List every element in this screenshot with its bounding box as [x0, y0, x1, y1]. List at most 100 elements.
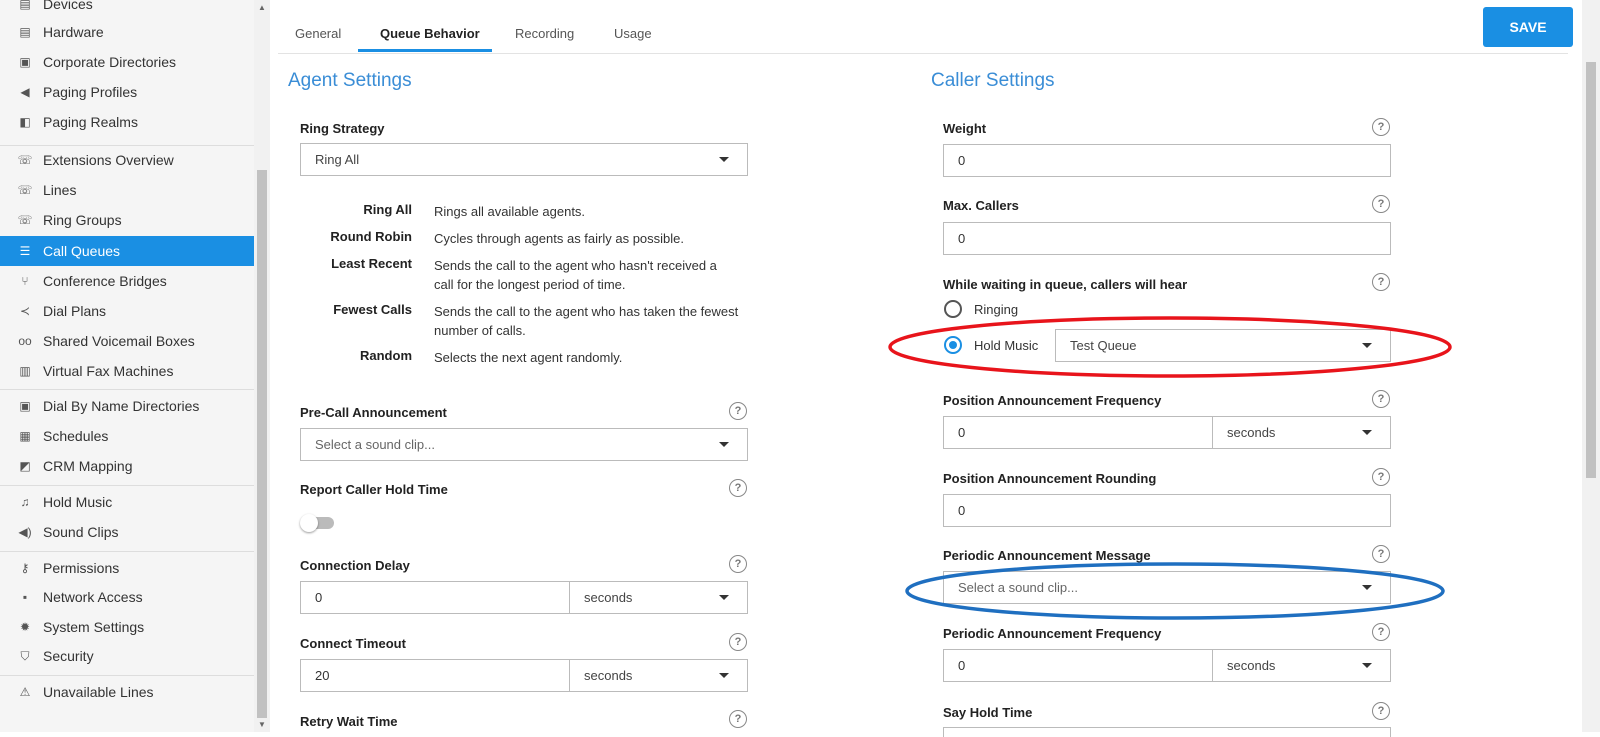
ring-strategy-label: Ring Strategy [300, 121, 385, 136]
sidebar-item-paging-profiles[interactable]: ◀ Paging Profiles [0, 77, 254, 107]
fax-icon: ▥ [19, 364, 31, 378]
sidebar-item-conference-bridges[interactable]: ⑂ Conference Bridges [0, 266, 254, 296]
sidebar-item-dial-by-name-directories[interactable]: ▣ Dial By Name Directories [0, 391, 254, 421]
sidebar-divider [0, 551, 254, 552]
position-announcement-frequency-input[interactable]: 0 [943, 416, 1213, 449]
chevron-down-icon [719, 442, 729, 447]
hold-music-select[interactable]: Test Queue [1055, 329, 1391, 362]
connection-delay-input[interactable]: 0 [300, 581, 570, 614]
sidebar-item-label: Sound Clips [43, 524, 119, 540]
strategy-name: Fewest Calls [333, 302, 412, 317]
sidebar-item-label: Schedules [43, 428, 109, 444]
max-callers-input[interactable]: 0 [943, 222, 1391, 255]
phone-icon: ☏ [17, 153, 33, 167]
sidebar-item-schedules[interactable]: ▦ Schedules [0, 421, 254, 451]
report-caller-hold-time-toggle[interactable] [300, 513, 334, 532]
position-frequency-unit: seconds [1227, 425, 1276, 440]
help-icon[interactable]: ? [1372, 118, 1390, 136]
help-icon[interactable]: ? [1372, 273, 1390, 291]
sidebar-scrollbar-thumb[interactable] [257, 170, 267, 718]
sidebar-item-paging-realms[interactable]: ◧ Paging Realms [0, 107, 254, 137]
save-button[interactable]: SAVE [1483, 7, 1573, 47]
sidebar-item-permissions[interactable]: ⚷ Permissions [0, 553, 254, 583]
periodic-message-placeholder: Select a sound clip... [958, 580, 1078, 595]
strategy-name: Ring All [363, 202, 412, 217]
connect-timeout-unit-select[interactable]: seconds [569, 659, 748, 692]
sidebar-item-corporate-directories[interactable]: ▣ Corporate Directories [0, 47, 254, 77]
hold-music-radio[interactable] [944, 336, 962, 354]
help-icon[interactable]: ? [729, 633, 747, 651]
sidebar-item-ring-groups[interactable]: ☏ Ring Groups [0, 205, 254, 235]
weight-input[interactable]: 0 [943, 144, 1391, 177]
sidebar-item-dial-plans[interactable]: ≺ Dial Plans [0, 296, 254, 326]
chevron-down-icon [719, 673, 729, 678]
help-icon[interactable]: ? [729, 402, 747, 420]
scroll-down-arrow-icon[interactable]: ▼ [258, 720, 266, 729]
sidebar-item-call-queues[interactable]: ☰ Call Queues [0, 236, 254, 266]
sidebar-item-label: Security [43, 648, 94, 664]
position-announcement-rounding-input[interactable]: 0 [943, 494, 1391, 527]
strategy-name: Round Robin [330, 229, 412, 244]
tab-usage[interactable]: Usage [614, 26, 652, 41]
help-icon[interactable]: ? [729, 479, 747, 497]
sidebar-item-label: Ring Groups [43, 212, 122, 228]
sidebar-scrollbar[interactable]: ▲ ▼ [254, 0, 270, 732]
directory-icon: ▣ [19, 55, 31, 69]
tab-recording[interactable]: Recording [515, 26, 574, 41]
help-icon[interactable]: ? [729, 710, 747, 728]
active-tab-indicator [358, 49, 492, 52]
sidebar-item-lines[interactable]: ☏ Lines [0, 175, 254, 205]
ring-strategy-value: Ring All [315, 152, 360, 167]
connect-timeout-input[interactable]: 20 [300, 659, 570, 692]
say-hold-time-label: Say Hold Time [943, 705, 1033, 720]
periodic-announcement-frequency-label: Periodic Announcement Frequency [943, 626, 1162, 641]
help-icon[interactable]: ? [729, 555, 747, 573]
pre-call-announcement-select[interactable]: Select a sound clip... [300, 428, 748, 461]
sidebar-item-hold-music[interactable]: ♫ Hold Music [0, 487, 254, 517]
crm-icon: ◩ [19, 459, 31, 473]
dial-plan-icon: ≺ [19, 304, 31, 318]
sidebar-item-security[interactable]: ⛉ Security [0, 641, 254, 671]
sidebar-item-crm-mapping[interactable]: ◩ CRM Mapping [0, 451, 254, 481]
sidebar-item-label: Network Access [43, 589, 143, 605]
scroll-up-arrow-icon[interactable]: ▲ [258, 3, 266, 12]
sidebar-item-hardware[interactable]: ▤ Hardware [0, 17, 254, 47]
ringing-label: Ringing [974, 302, 1019, 317]
periodic-announcement-frequency-input[interactable]: 0 [943, 649, 1213, 682]
directory-icon: ▣ [19, 399, 31, 413]
periodic-announcement-message-select[interactable]: Select a sound clip... [943, 571, 1391, 604]
sidebar-item-extensions-overview[interactable]: ☏ Extensions Overview [0, 145, 254, 175]
ringing-radio[interactable] [944, 300, 962, 318]
position-announcement-frequency-unit-select[interactable]: seconds [1212, 416, 1391, 449]
help-icon[interactable]: ? [1372, 545, 1390, 563]
periodic-announcement-frequency-unit-select[interactable]: seconds [1212, 649, 1391, 682]
connection-delay-unit-select[interactable]: seconds [569, 581, 748, 614]
sidebar-item-network-access[interactable]: ▪ Network Access [0, 582, 254, 612]
periodic-announcement-message-label: Periodic Announcement Message [943, 548, 1151, 563]
help-icon[interactable]: ? [1372, 195, 1390, 213]
sidebar-item-label: Corporate Directories [43, 54, 177, 70]
say-hold-time-input[interactable] [943, 727, 1391, 737]
connection-delay-label: Connection Delay [300, 558, 410, 573]
sidebar-item-unavailable-lines[interactable]: ⚠ Unavailable Lines [0, 677, 254, 707]
sidebar-item-sound-clips[interactable]: ◀) Sound Clips [0, 517, 254, 547]
main-scrollbar[interactable] [1582, 0, 1600, 732]
agent-settings-title: Agent Settings [288, 70, 412, 91]
chevron-down-icon [1362, 663, 1372, 668]
tab-queue-behavior[interactable]: Queue Behavior [380, 26, 480, 41]
pre-call-announcement-label: Pre-Call Announcement [300, 405, 447, 420]
ring-group-icon: ☏ [17, 213, 33, 227]
connect-timeout-label: Connect Timeout [300, 636, 406, 651]
sidebar-item-system-settings[interactable]: ✹ System Settings [0, 612, 254, 642]
ring-strategy-select[interactable]: Ring All [300, 143, 748, 176]
sidebar-item-shared-voicemail-boxes[interactable]: oo Shared Voicemail Boxes [0, 326, 254, 356]
help-icon[interactable]: ? [1372, 468, 1390, 486]
sidebar-item-virtual-fax-machines[interactable]: ▥ Virtual Fax Machines [0, 356, 254, 386]
help-icon[interactable]: ? [1372, 702, 1390, 720]
sidebar-item-label: Conference Bridges [43, 273, 167, 289]
sidebar-divider [0, 485, 254, 486]
tab-general[interactable]: General [295, 26, 341, 41]
help-icon[interactable]: ? [1372, 623, 1390, 641]
main-scrollbar-thumb[interactable] [1586, 62, 1596, 478]
help-icon[interactable]: ? [1372, 390, 1390, 408]
